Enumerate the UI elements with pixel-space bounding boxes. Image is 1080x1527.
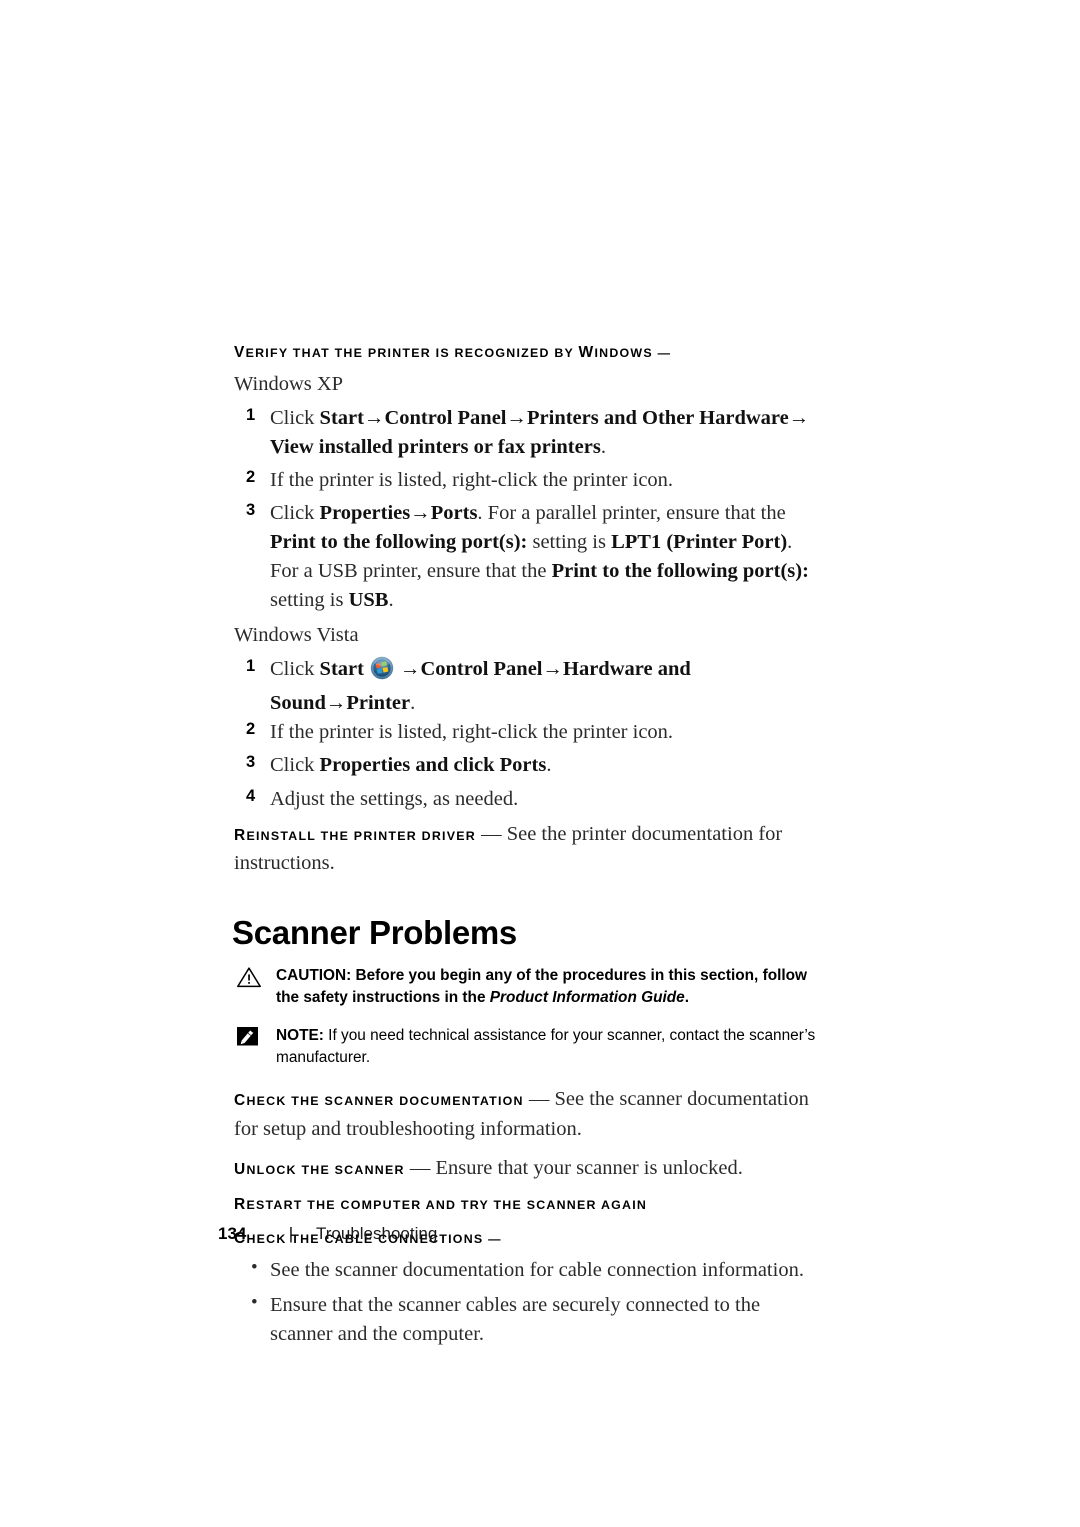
step-text: Click <box>270 501 320 524</box>
bullet-text: Ensure that the scanner cables are secur… <box>270 1294 761 1346</box>
step-text-bold: Print to the following port(s): <box>270 531 528 554</box>
windows-vista-steps-rest: 2 If the printer is listed, right-click t… <box>234 718 824 813</box>
windows-vista-start-orb-icon <box>370 656 394 689</box>
step-text-bold: Properties→Ports <box>319 501 478 524</box>
step-number: 2 <box>246 720 256 739</box>
step-text: setting is <box>270 589 349 612</box>
cables-heading-dash: — <box>483 1231 502 1246</box>
note-text: NOTE: If you need technical assistance f… <box>276 1027 815 1066</box>
step-number: 3 <box>246 500 256 519</box>
scanner-tip-heading-rest: HECK THE SCANNER DOCUMENTATION <box>246 1093 524 1108</box>
step-text-bold: Print to the following port(s): <box>551 560 809 583</box>
step-text: . <box>546 754 552 777</box>
reinstall-driver-heading: REINSTALL THE PRINTER DRIVER <box>234 826 476 844</box>
scanner-tips: CHECK THE SCANNER DOCUMENTATION — See th… <box>234 1085 824 1184</box>
footer-chapter-name: Troubleshooting <box>316 1224 438 1243</box>
windows-vista-label: Windows Vista <box>234 624 359 647</box>
bullet-marker: • <box>251 1292 258 1314</box>
step-text: . For a parallel printer, ensure that th… <box>477 501 786 524</box>
list-item: 1 Click Start →Control Panel→Hardware an… <box>234 655 824 718</box>
verify-heading-windows-rest: INDOWS <box>594 346 653 360</box>
step-text: . <box>600 435 606 458</box>
caution-guide-title: Product Information Guide <box>489 989 685 1007</box>
reinstall-driver-tip: REINSTALL THE PRINTER DRIVER — See the p… <box>234 820 824 879</box>
caution-body-after: . <box>684 989 690 1007</box>
note-body: If you need technical assistance for you… <box>276 1027 816 1067</box>
list-item: • See the scanner documentation for cable… <box>234 1256 824 1285</box>
note-pencil-icon <box>236 1026 262 1048</box>
verify-printer-heading: VERIFY THAT THE PRINTER IS RECOGNIZED BY… <box>234 342 824 364</box>
verify-heading-rest: ERIFY THAT THE PRINTER IS RECOGNIZED BY <box>245 346 579 360</box>
cable-connection-bullets: • See the scanner documentation for cable… <box>234 1256 824 1349</box>
list-item: 3 Click Properties and click Ports. <box>234 751 824 780</box>
page-content: VERIFY THAT THE PRINTER IS RECOGNIZED BY… <box>232 342 824 1355</box>
step-number: 1 <box>246 657 256 676</box>
step-number: 4 <box>246 786 256 805</box>
scanner-tip-heading: UNLOCK THE SCANNER <box>234 1161 405 1179</box>
verify-heading-dash: — <box>652 346 672 360</box>
list-item: 4 Adjust the settings, as needed. <box>234 785 824 814</box>
footer-page-number: 134 <box>218 1224 247 1243</box>
verify-printer-heading-text: VERIFY THAT THE PRINTER IS RECOGNIZED BY… <box>234 344 672 361</box>
restart-computer-heading-text: RESTART THE COMPUTER AND TRY THE SCANNER… <box>234 1196 648 1214</box>
page-footer: 134 | Troubleshooting <box>218 1224 437 1244</box>
list-item: • Ensure that the scanner cables are secu… <box>234 1291 824 1349</box>
list-item: 2 If the printer is listed, right-click t… <box>234 718 824 747</box>
step-text: Adjust the settings, as needed. <box>270 787 519 810</box>
step-text-bold: Properties and click Ports <box>319 754 547 777</box>
step-text: Click <box>270 754 320 777</box>
step-text-start: Start <box>319 658 364 681</box>
scanner-tip-heading-rest: NLOCK THE SCANNER <box>246 1163 405 1178</box>
step-number: 2 <box>246 467 256 486</box>
windows-xp-steps: 1 Click Start→Control Panel→Printers and … <box>234 404 824 616</box>
windows-xp-label: Windows XP <box>234 372 344 395</box>
scanner-tip-body: — Ensure that your scanner is unlocked. <box>404 1157 743 1180</box>
note-label: NOTE: <box>276 1027 324 1045</box>
caution-text: CAUTION: Before you begin any of the pro… <box>276 967 807 1006</box>
scanner-tip-initial-cap: U <box>234 1161 247 1179</box>
step-text: If the printer is listed, right-click th… <box>270 721 674 744</box>
step-text-end: . <box>410 692 416 715</box>
bullet-text: See the scanner documentation for cable … <box>270 1258 804 1281</box>
warning-triangle-icon <box>236 966 262 988</box>
list-item: 2 If the printer is listed, right-click t… <box>234 466 824 495</box>
windows-vista-steps: 1 Click Start →Control Panel→Hardware an… <box>234 655 824 718</box>
list-item: 1 Click Start→Control Panel→Printers and … <box>234 404 824 462</box>
list-item: 3 Click Properties→Ports. For a parallel … <box>234 499 824 615</box>
scanner-tip: UNLOCK THE SCANNER — Ensure that your sc… <box>234 1154 824 1184</box>
scanner-tip: CHECK THE SCANNER DOCUMENTATION — See th… <box>234 1085 824 1144</box>
verify-heading-windows-cap: W <box>578 344 595 361</box>
step-text: . <box>388 589 394 612</box>
note-admonition: NOTE: If you need technical assistance f… <box>234 1025 824 1069</box>
step-text-bold: LPT1 (Printer Port) <box>611 531 788 554</box>
step-text-pre: Click <box>270 658 320 681</box>
step-text-bold: Start→Control Panel→Printers and Other H… <box>270 406 810 458</box>
caution-admonition: CAUTION: Before you begin any of the pro… <box>234 965 824 1009</box>
step-text: If the printer is listed, right-click th… <box>270 468 674 491</box>
footer-separator: | <box>288 1224 294 1243</box>
step-number: 1 <box>246 405 256 424</box>
step-text: setting is <box>527 531 612 554</box>
step-text: Click <box>270 406 320 429</box>
reinstall-initial-cap: R <box>234 826 247 844</box>
step-text-bold: USB <box>348 589 389 612</box>
restart-initial-cap: R <box>234 1196 247 1214</box>
document-page: VERIFY THAT THE PRINTER IS RECOGNIZED BY… <box>0 0 1080 1527</box>
restart-computer-heading: RESTART THE COMPUTER AND TRY THE SCANNER… <box>234 1194 824 1216</box>
scanner-tip-heading: CHECK THE SCANNER DOCUMENTATION <box>234 1091 524 1109</box>
bullet-marker: • <box>251 1256 258 1278</box>
scanner-tip-initial-cap: C <box>234 1091 247 1109</box>
caution-label: CAUTION: <box>276 967 352 985</box>
step-number: 3 <box>246 753 256 772</box>
reinstall-heading-rest: EINSTALL THE PRINTER DRIVER <box>246 828 476 843</box>
restart-heading-rest: ESTART THE COMPUTER AND TRY THE SCANNER … <box>246 1198 648 1213</box>
page-title: Scanner Problems <box>232 914 517 952</box>
verify-heading-initial-cap: V <box>234 344 246 361</box>
